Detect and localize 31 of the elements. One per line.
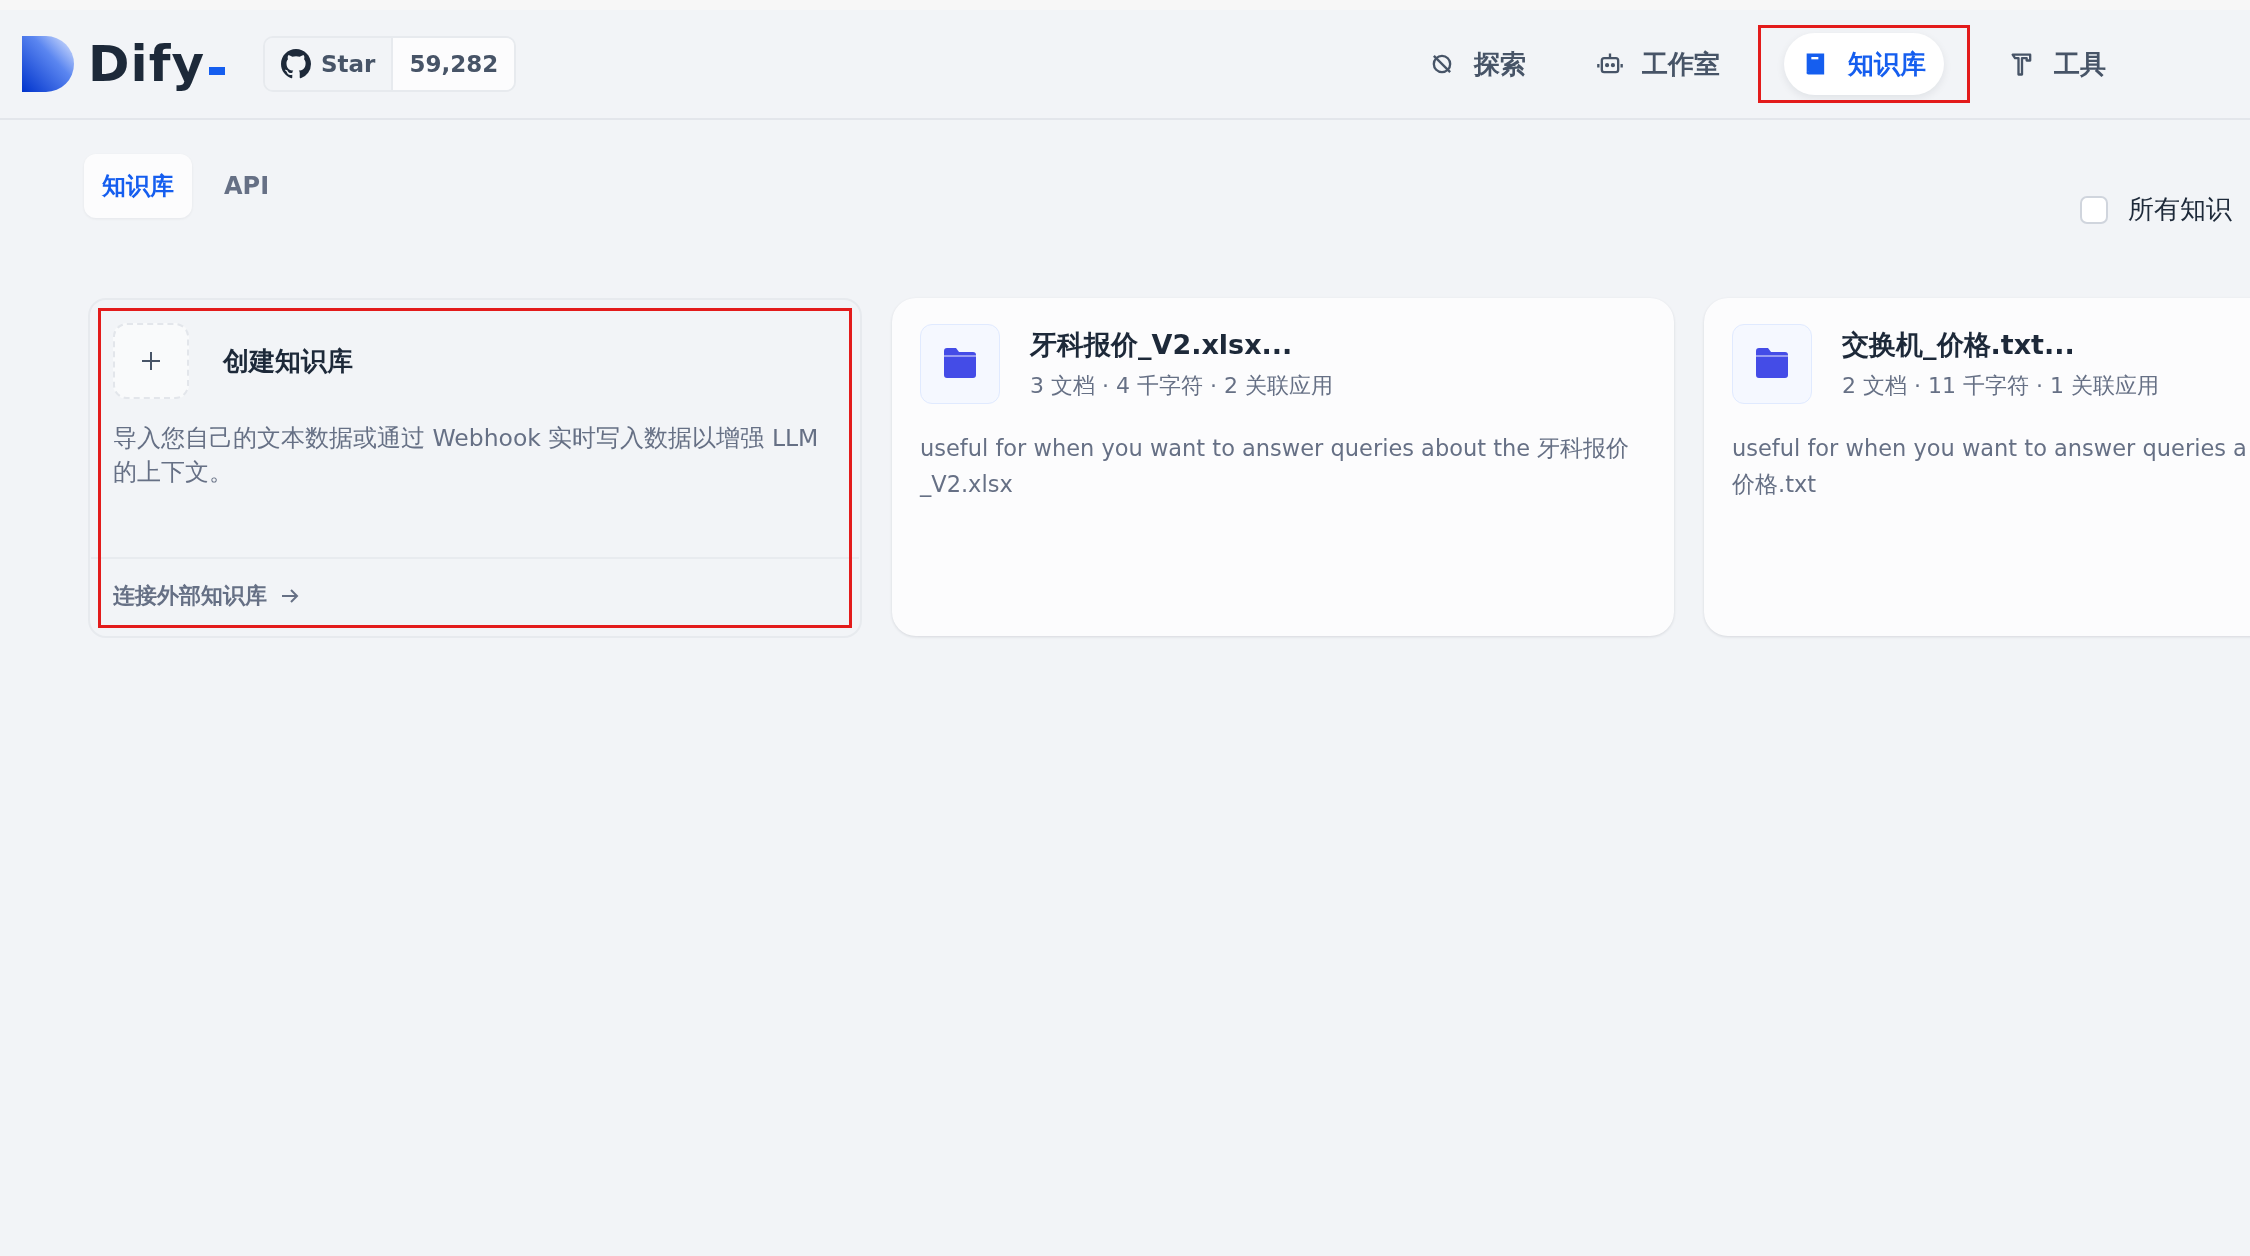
checkbox[interactable] [2080,195,2108,224]
nav-item[interactable]: 知识库 [1784,33,1944,95]
dataset-card[interactable]: 牙科报价_V2.xlsx... 3 文档 · 4 千字符 · 2 关联应用 useful for when you want to answer queries about the 牙科报价 _V2.xlsx [892,298,1674,636]
create-card[interactable]: 创建知识库 导入您自己的文本数据或通过 Webhook 实时写入数据以增强 LLM 的上下文。 连接外部知识库 [88,298,862,638]
connect-link[interactable]: 连接外部知识库 [113,581,267,611]
card-title: 创建知识库 [223,344,353,378]
checkbox-label: 所有知识 [2128,193,2232,226]
cursor-icon [209,67,225,75]
plus-icon [140,350,162,372]
nav-item[interactable]: 工作室 [1578,33,1738,95]
add-button[interactable] [113,323,189,399]
brand-name: Dify [88,35,205,93]
card-description: 价格.txt [1732,470,1818,499]
folder-icon [1732,324,1812,404]
folder-icon [920,324,1000,404]
card-title: 交换机_价格.txt... [1842,328,2076,362]
card-title: 牙科报价_V2.xlsx... [1030,328,1294,362]
logo-icon [22,36,74,92]
nav-item[interactable]: 工具 [1990,33,2124,95]
github-icon [281,49,311,79]
card-description: useful for when you want to answer queries about the 牙科报价 [920,434,1631,463]
tab[interactable]: 知识库 [84,154,192,218]
tab[interactable]: API [206,154,288,218]
card-meta: 3 文档 · 4 千字符 · 2 关联应用 [1030,372,1333,400]
dataset-card[interactable]: 交换机_价格.txt... 2 文档 · 11 千字符 · 1 关联应用 useful for when you want to answer queries a 价格.txt [1704,298,2250,636]
card-description: useful for when you want to answer queries a [1732,434,2248,463]
star-count: 59,282 [393,38,515,90]
card-description: _V2.xlsx [920,470,1014,499]
card-description: 导入您自己的文本数据或通过 Webhook 实时写入数据以增强 LLM 的上下文。 [112,423,820,488]
card-meta: 2 文档 · 11 千字符 · 1 关联应用 [1842,372,2159,400]
nav-item[interactable]: 探索 [1410,33,1544,95]
